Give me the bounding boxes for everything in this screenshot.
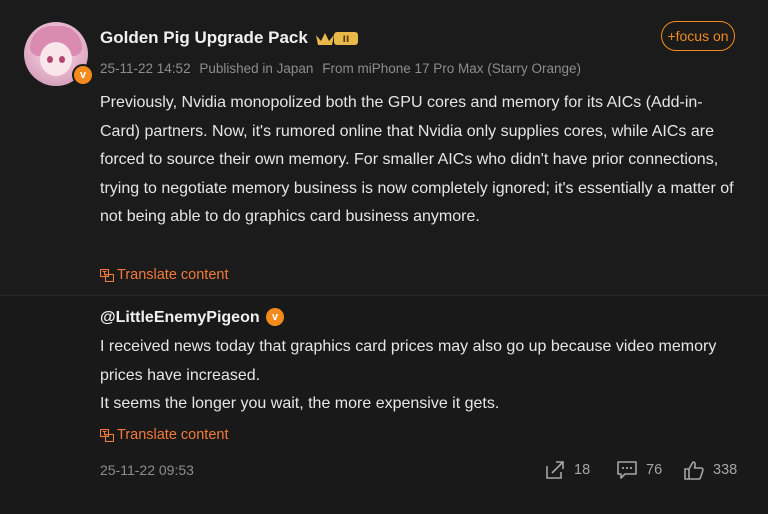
reply-line: I received news today that graphics card… <box>100 338 717 384</box>
translate-button[interactable]: Translate content <box>100 267 229 283</box>
verified-icon: v <box>72 64 94 86</box>
share-count: 18 <box>574 462 591 478</box>
translate-icon <box>100 268 114 282</box>
comment-count: 76 <box>646 462 663 478</box>
username[interactable]: Golden Pig Upgrade Pack <box>100 28 308 48</box>
reply-line: It seems the longer you wait, the more e… <box>100 395 500 412</box>
reply-body: I received news today that graphics card… <box>100 333 740 419</box>
level-badge-text: II <box>343 35 350 45</box>
post-body: Previously, Nvidia monopolized both the … <box>100 94 734 225</box>
reply-username[interactable]: @LittleEnemyPigeon <box>100 309 260 327</box>
crown-icon: II <box>316 32 358 45</box>
like-count: 338 <box>713 462 738 478</box>
post-location: Published in Japan <box>199 61 314 76</box>
follow-button[interactable]: +focus on <box>661 21 735 51</box>
share-icon <box>546 461 564 479</box>
translate-label: Translate content <box>117 427 229 443</box>
like-button[interactable]: 338 <box>683 460 737 480</box>
verified-icon: v <box>266 308 284 326</box>
post-meta: 25-11-22 14:52 Published in Japan From m… <box>100 61 586 76</box>
post-card: v Golden Pig Upgrade Pack II 25-11-22 14… <box>0 0 768 514</box>
like-icon <box>684 461 704 480</box>
translate-icon <box>100 428 114 442</box>
share-button[interactable]: 18 <box>544 460 590 480</box>
post-timestamp: 25-11-22 14:52 <box>100 61 191 76</box>
post-device: From miPhone 17 Pro Max (Starry Orange) <box>322 61 582 76</box>
translate-label: Translate content <box>117 267 229 283</box>
reply-timestamp: 25-11-22 09:53 <box>100 462 194 478</box>
comment-icon <box>617 461 637 479</box>
translate-button[interactable]: Translate content <box>100 427 229 443</box>
comment-button[interactable]: 76 <box>616 460 662 480</box>
